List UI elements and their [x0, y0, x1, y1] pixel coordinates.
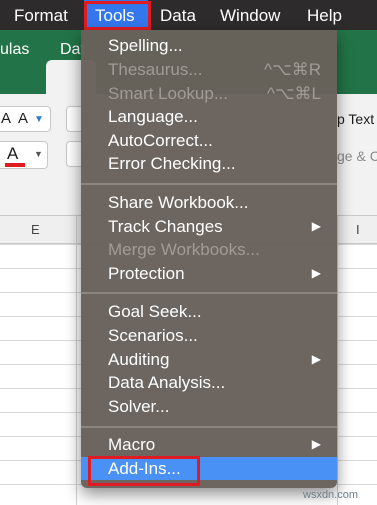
menu-separator [81, 183, 337, 185]
tools-menu: Spelling... Thesaurus... ^⌥⌘R Smart Look… [81, 30, 337, 488]
menu-item-label: Thesaurus... [108, 60, 203, 79]
menu-item-add-ins[interactable]: Add-Ins... [81, 457, 337, 480]
menu-item-label: Language... [108, 107, 198, 126]
shortcut-label: ^⌥⌘R [264, 60, 321, 79]
submenu-arrow-icon: ▶ [311, 219, 321, 233]
menu-separator [81, 426, 337, 428]
menu-item-error-checking[interactable]: Error Checking... [81, 152, 337, 175]
font-color-button[interactable]: A [7, 144, 18, 164]
menu-item-label: Scenarios... [108, 326, 198, 345]
menu-item-label: Data Analysis... [108, 373, 226, 392]
menu-item-autocorrect[interactable]: AutoCorrect... [81, 129, 337, 152]
chevron-down-icon: ▼ [34, 114, 44, 125]
increase-font-button[interactable]: A [1, 110, 11, 127]
menu-item-track-changes[interactable]: Track Changes ▶ [81, 215, 337, 238]
font-color-swatch [5, 163, 25, 167]
menu-item-label: AutoCorrect... [108, 131, 213, 150]
menu-item-label: Solver... [108, 397, 170, 416]
column-header-e[interactable]: E [31, 222, 40, 237]
menu-separator [81, 292, 337, 294]
menu-item-label: Merge Workbooks... [108, 240, 260, 259]
decrease-font-button[interactable]: A [18, 110, 28, 127]
menu-item-solver[interactable]: Solver... [81, 395, 337, 418]
menu-tools[interactable]: Tools [84, 0, 148, 30]
menu-data[interactable]: Data [160, 0, 196, 30]
column-divider [76, 216, 77, 505]
wrap-text-button[interactable]: p Text [337, 111, 374, 127]
font-color-dropdown-icon[interactable]: ▼ [34, 149, 43, 159]
menu-help[interactable]: Help [307, 0, 342, 30]
menu-item-label: Add-Ins... [108, 459, 181, 478]
menu-item-protection[interactable]: Protection ▶ [81, 262, 337, 285]
menu-item-label: Macro [108, 435, 156, 454]
menu-window[interactable]: Window [220, 0, 280, 30]
tab-formulas[interactable]: ulas [0, 41, 29, 59]
menu-item-label: Share Workbook... [108, 193, 249, 212]
menu-item-macro[interactable]: Macro ▶ [81, 433, 337, 456]
menu-item-label: Error Checking... [108, 154, 236, 173]
menu-item-label: Spelling... [108, 36, 183, 55]
menu-item-label: Goal Seek... [108, 302, 202, 321]
submenu-arrow-icon: ▶ [311, 352, 321, 366]
menu-item-auditing[interactable]: Auditing ▶ [81, 348, 337, 371]
shortcut-label: ^⌥⌘L [266, 84, 321, 103]
column-header-i[interactable]: I [356, 222, 360, 237]
submenu-arrow-icon: ▶ [311, 437, 321, 451]
watermark: wsxdn.com [303, 489, 359, 501]
menu-item-share-workbook[interactable]: Share Workbook... [81, 191, 337, 214]
menu-bar: Format Tools Data Window Help [0, 0, 377, 30]
menu-item-label: Smart Lookup... [108, 84, 229, 103]
menu-item-label: Protection [108, 264, 185, 283]
menu-item-merge-workbooks: Merge Workbooks... [81, 238, 337, 261]
menu-item-goal-seek[interactable]: Goal Seek... [81, 300, 337, 323]
menu-format[interactable]: Format [14, 0, 68, 30]
menu-item-scenarios[interactable]: Scenarios... [81, 324, 337, 347]
column-divider [337, 216, 338, 505]
menu-item-label: Track Changes [108, 217, 223, 236]
menu-item-language[interactable]: Language... [81, 105, 337, 128]
submenu-arrow-icon: ▶ [311, 266, 321, 280]
merge-center-button[interactable]: ge & C [337, 148, 377, 164]
menu-item-spelling[interactable]: Spelling... [81, 34, 337, 57]
menu-item-label: Auditing [108, 350, 170, 369]
menu-item-thesaurus: Thesaurus... ^⌥⌘R [81, 58, 337, 81]
menu-item-smart-lookup: Smart Lookup... ^⌥⌘L [81, 82, 337, 105]
menu-item-data-analysis[interactable]: Data Analysis... [81, 371, 337, 394]
